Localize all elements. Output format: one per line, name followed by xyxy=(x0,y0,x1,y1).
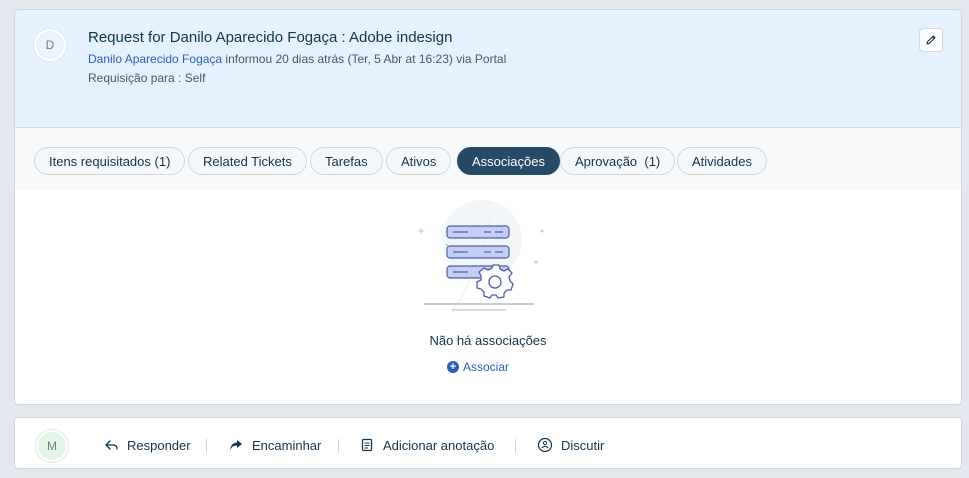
reply-label: Responder xyxy=(127,437,191,453)
tab-ativos[interactable]: Ativos xyxy=(386,147,452,175)
reply-button[interactable]: Responder xyxy=(103,437,191,453)
server-gear-illustration: + xyxy=(417,200,544,311)
empty-state-message: Não há associações xyxy=(429,333,547,348)
add-note-label: Adicionar anotação xyxy=(383,437,495,453)
ticket-card: D Request for Danilo Aparecido Fogaça : … xyxy=(14,9,962,405)
requester-link[interactable]: Danilo Aparecido Fogaça xyxy=(88,52,222,66)
forward-icon xyxy=(228,437,244,453)
edit-button[interactable] xyxy=(919,28,943,52)
tab-bar: Itens requisitados (1) Related Tickets T… xyxy=(15,128,961,190)
pencil-icon xyxy=(926,35,936,45)
separator xyxy=(338,439,339,453)
tab-related-tickets[interactable]: Related Tickets xyxy=(188,147,307,175)
associate-button[interactable]: + Associar xyxy=(447,360,509,374)
discuss-button[interactable]: Discutir xyxy=(537,437,604,453)
requester-avatar: D xyxy=(34,29,66,61)
requisition-for: Requisição para : Self xyxy=(88,71,206,85)
tab-itens-requisitados[interactable]: Itens requisitados (1) xyxy=(34,147,186,175)
empty-state: + Não há associações + Associar xyxy=(15,190,961,404)
plus-circle-icon: + xyxy=(447,361,459,373)
discuss-label: Discutir xyxy=(561,437,605,453)
reply-icon xyxy=(103,437,119,453)
ticket-info: informou 20 dias atrás (Ter, 5 Abr at 16… xyxy=(222,52,507,66)
agent-avatar: M xyxy=(36,430,68,462)
ticket-meta: Danilo Aparecido Fogaça informou 20 dias… xyxy=(88,52,506,66)
add-note-button[interactable]: Adicionar anotação xyxy=(359,437,494,453)
associate-label: Associar xyxy=(463,360,510,374)
tab-atividades[interactable]: Atividades xyxy=(677,147,767,175)
note-icon xyxy=(359,437,375,453)
separator xyxy=(515,439,516,453)
svg-text:+: + xyxy=(417,226,425,237)
separator xyxy=(206,439,207,453)
forward-button[interactable]: Encaminhar xyxy=(228,437,321,453)
forward-label: Encaminhar xyxy=(252,437,322,453)
ticket-title: Request for Danilo Aparecido Fogaça : Ad… xyxy=(88,29,453,46)
tab-tarefas[interactable]: Tarefas xyxy=(310,147,383,175)
ticket-header: D Request for Danilo Aparecido Fogaça : … xyxy=(15,10,961,128)
tab-aprovacao[interactable]: Aprovação (1) xyxy=(560,147,676,175)
reply-toolbar: M Responder Encaminhar Adicionar anotaçã… xyxy=(14,417,962,469)
discuss-icon xyxy=(537,437,553,453)
tab-associacoes[interactable]: Associações xyxy=(457,147,560,175)
